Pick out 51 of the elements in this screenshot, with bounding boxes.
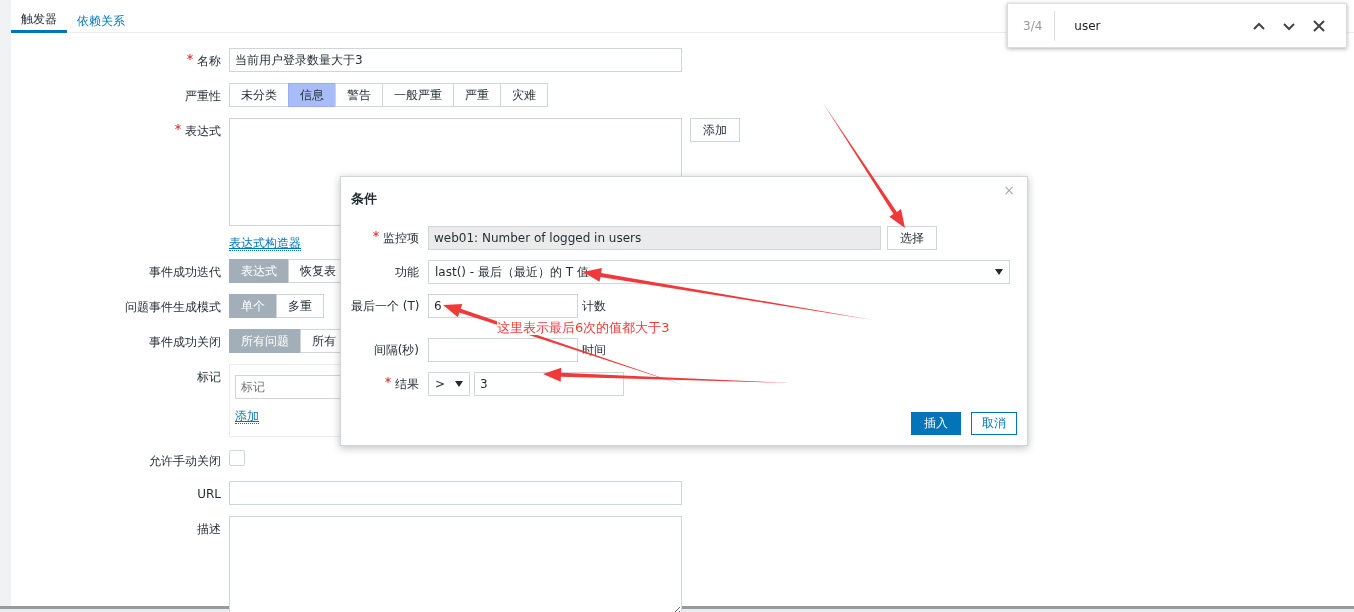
field-label: URL xyxy=(196,486,221,503)
text-field[interactable] xyxy=(428,337,578,362)
field-label: 允许手动关闭 xyxy=(148,453,221,470)
add-button[interactable]: 添加 xyxy=(690,118,740,142)
field-label: 描述 xyxy=(196,521,221,538)
field-label: 事件成功关闭 xyxy=(148,334,221,351)
field-label: 最后一个 (T) xyxy=(351,297,419,315)
search-query: user xyxy=(1073,17,1102,35)
value-field[interactable]: 3 xyxy=(474,371,624,396)
match-count: 3/4 xyxy=(1023,10,1056,41)
segment-button[interactable]: 信息 xyxy=(288,83,336,107)
segment-button[interactable]: 一般严重 xyxy=(382,83,454,107)
function-dropdown[interactable]: last() - 最后（最近）的 T 值 xyxy=(428,259,1010,284)
cancel-button[interactable]: 取消 xyxy=(971,411,1017,435)
field-label: 结果 xyxy=(351,374,419,393)
item-field[interactable]: web01: Number of logged in users xyxy=(428,225,881,250)
field-label: 表达式 xyxy=(11,118,221,140)
segment-button[interactable]: 严重 xyxy=(453,83,501,107)
field-label: 严重性 xyxy=(184,88,221,105)
dialog-title: 条件 xyxy=(351,190,377,208)
required-icon xyxy=(373,230,379,237)
required-icon xyxy=(187,54,193,60)
select-button[interactable]: 选择 xyxy=(887,225,937,250)
segment-button[interactable]: 多重 xyxy=(276,294,324,318)
field-label: 名称 xyxy=(11,48,221,70)
operator-dropdown[interactable]: > xyxy=(428,371,470,396)
text-field[interactable]: 6 xyxy=(428,293,578,318)
field-label: 功能 xyxy=(394,263,419,281)
segment-button[interactable]: 灾难 xyxy=(500,83,548,107)
field-label: 间隔(秒) xyxy=(372,341,419,359)
segment-button[interactable]: 未分类 xyxy=(229,83,289,107)
tab[interactable]: 依赖关系 xyxy=(67,0,135,33)
text-field[interactable] xyxy=(229,481,682,505)
caret-icon xyxy=(995,268,1003,275)
unit-label: 计数 xyxy=(582,297,606,315)
field-label: 标记 xyxy=(196,369,221,386)
checkbox[interactable] xyxy=(229,450,245,466)
segment-button[interactable]: 警告 xyxy=(335,83,383,107)
tab[interactable]: 触发器 xyxy=(11,0,67,33)
close-icon[interactable] xyxy=(1312,18,1326,33)
annotation-text: 这里表示最后6次的值都大于3 xyxy=(497,320,670,335)
caret-icon xyxy=(455,380,463,387)
text-field[interactable]: 当前用户登录数量大于3 xyxy=(229,48,682,72)
builder-link[interactable]: 表达式构造器 xyxy=(229,236,301,251)
required-icon xyxy=(175,124,181,130)
insert-button[interactable]: 插入 xyxy=(911,411,961,435)
required-icon xyxy=(385,376,391,383)
field-label: 问题事件生成模式 xyxy=(124,299,221,316)
field-label: 事件成功迭代 xyxy=(148,264,221,281)
add-link[interactable]: 添加 xyxy=(235,409,259,424)
field-label: 监控项 xyxy=(351,228,419,247)
